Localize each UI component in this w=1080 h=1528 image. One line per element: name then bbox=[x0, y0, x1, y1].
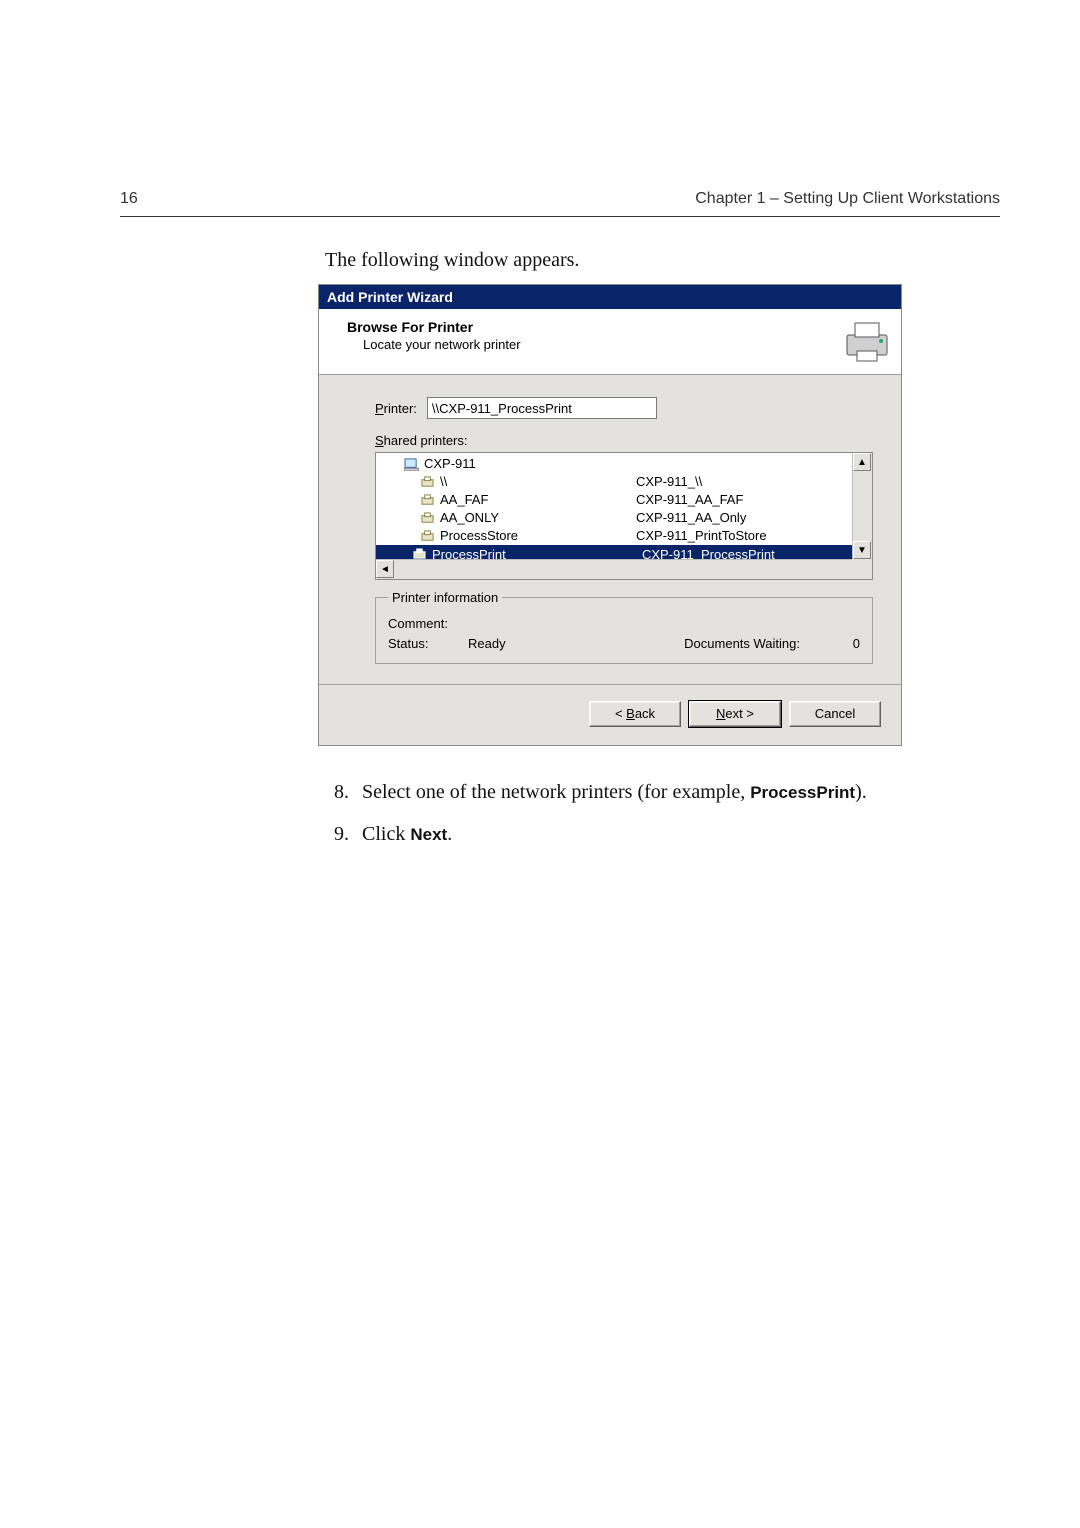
comment-label: Comment: bbox=[388, 616, 468, 631]
back-mnemonic: B bbox=[626, 706, 635, 721]
tree-item-label: ProcessPrint bbox=[432, 547, 506, 560]
tree-item-desc: CXP-911_PrintToStore bbox=[636, 527, 767, 545]
computer-icon bbox=[404, 458, 419, 471]
add-printer-wizard-dialog: Add Printer Wizard Browse For Printer Lo… bbox=[318, 284, 902, 746]
next-mnemonic: N bbox=[716, 706, 725, 721]
status-value: Ready bbox=[468, 636, 506, 651]
back-prefix: < bbox=[615, 706, 626, 721]
step-text-post: ). bbox=[855, 781, 867, 803]
vertical-scrollbar[interactable]: ▲ ▼ bbox=[852, 453, 872, 559]
printer-info-legend: Printer information bbox=[388, 590, 502, 605]
horizontal-scrollbar[interactable]: ◄ ► bbox=[376, 559, 872, 579]
next-button[interactable]: Next > bbox=[689, 701, 781, 727]
dialog-banner: Browse For Printer Locate your network p… bbox=[319, 309, 901, 375]
tree-item-desc: CXP-911_ProcessPrint bbox=[642, 547, 852, 560]
cancel-button[interactable]: Cancel bbox=[789, 701, 881, 727]
running-header: Chapter 1 – Setting Up Client Workstatio… bbox=[695, 190, 1000, 208]
tree-item[interactable]: AA_ONLY bbox=[384, 509, 584, 527]
dialog-titlebar[interactable]: Add Printer Wizard bbox=[319, 285, 901, 309]
wizard-button-row: < Back Next > Cancel bbox=[319, 684, 901, 745]
printer-share-icon bbox=[420, 476, 435, 489]
shared-label-mnemonic: S bbox=[375, 433, 384, 448]
status-label: Status: bbox=[388, 636, 468, 651]
tree-root[interactable]: CXP-911 bbox=[384, 455, 584, 473]
shared-printers-label: Shared printers: bbox=[375, 433, 873, 448]
tree-item[interactable]: \\ bbox=[384, 473, 584, 491]
shared-printers-list[interactable]: CXP-911 \\ AA_FAF AA_ONLY bbox=[375, 452, 873, 580]
printer-information-group: Printer information Comment: Status: Rea… bbox=[375, 590, 873, 664]
step-9: Click Next. bbox=[354, 816, 1080, 852]
printer-label: Printer: bbox=[375, 401, 417, 416]
scroll-left-icon[interactable]: ◄ bbox=[376, 560, 394, 578]
banner-title: Browse For Printer bbox=[347, 319, 887, 335]
step-text-post: . bbox=[447, 823, 452, 845]
step-bold: ProcessPrint bbox=[750, 783, 855, 802]
scrollbar-corner bbox=[852, 559, 872, 579]
intro-text: The following window appears. bbox=[325, 249, 1080, 272]
printer-wizard-icon bbox=[843, 317, 891, 365]
banner-subtitle: Locate your network printer bbox=[363, 337, 887, 352]
step-bold: Next bbox=[410, 825, 447, 844]
tree-item-desc: CXP-911_AA_Only bbox=[636, 509, 767, 527]
tree-item[interactable]: ProcessStore bbox=[384, 527, 584, 545]
scroll-down-icon[interactable]: ▼ bbox=[853, 541, 871, 559]
documents-waiting-label: Documents Waiting: bbox=[684, 636, 800, 651]
tree-item-label: \\ bbox=[440, 473, 447, 491]
page-number: 16 bbox=[120, 190, 138, 208]
tree-item-label: AA_ONLY bbox=[440, 509, 499, 527]
printer-share-icon bbox=[420, 512, 435, 525]
tree-item-desc: CXP-911_AA_FAF bbox=[636, 491, 767, 509]
next-rest: ext > bbox=[725, 706, 754, 721]
step-text: Click bbox=[362, 823, 410, 845]
tree-item-label: AA_FAF bbox=[440, 491, 488, 509]
printer-share-icon bbox=[420, 530, 435, 543]
printer-label-rest: rinter: bbox=[384, 401, 417, 416]
tree-item[interactable]: AA_FAF bbox=[384, 491, 584, 509]
tree-item-selected[interactable]: ProcessPrint CXP-911_ProcessPrint bbox=[376, 545, 852, 559]
back-button[interactable]: < Back bbox=[589, 701, 681, 727]
printer-share-icon bbox=[420, 494, 435, 507]
step-text: Select one of the network printers (for … bbox=[362, 781, 750, 803]
printer-share-icon bbox=[412, 548, 427, 560]
instruction-steps: Select one of the network printers (for … bbox=[326, 774, 1080, 852]
tree-item-label: ProcessStore bbox=[440, 527, 518, 545]
tree-root-label: CXP-911 bbox=[424, 455, 476, 473]
printer-label-mnemonic: P bbox=[375, 401, 384, 416]
back-rest: ack bbox=[635, 706, 655, 721]
tree-item-desc: CXP-911_\\ bbox=[636, 473, 767, 491]
step-8: Select one of the network printers (for … bbox=[354, 774, 1080, 810]
documents-waiting-value: 0 bbox=[830, 636, 860, 651]
header-rule bbox=[120, 216, 1000, 217]
printer-path-input[interactable] bbox=[427, 397, 657, 419]
scroll-up-icon[interactable]: ▲ bbox=[853, 453, 871, 471]
shared-label-rest: hared printers: bbox=[384, 433, 468, 448]
